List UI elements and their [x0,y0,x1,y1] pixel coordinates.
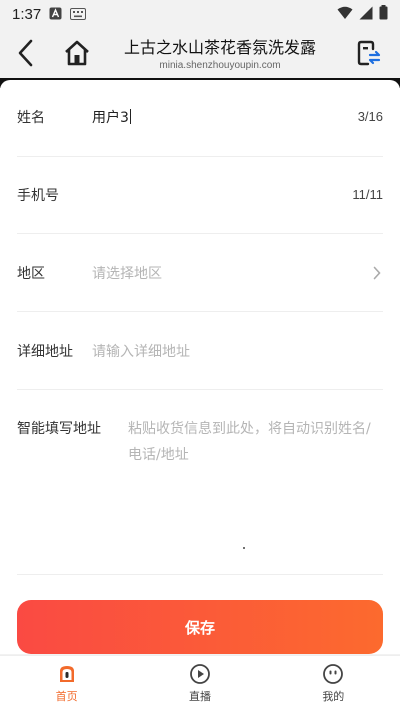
smart-fill-textarea[interactable]: 粘贴收货信息到此处，将自动识别姓名/电话/地址 [128,416,383,468]
name-row[interactable]: 姓名 用户3 3/16 [17,80,383,157]
name-label: 姓名 [17,110,45,126]
region-row[interactable]: 地区 请选择地区 [17,234,383,312]
name-counter: 3/16 [357,109,383,124]
home-button[interactable] [62,38,92,68]
save-button[interactable]: 保存 [17,600,383,654]
region-select[interactable]: 请选择地区 [92,263,162,283]
switch-button[interactable] [356,40,382,68]
nav-label-me: 我的 [322,690,345,703]
chevron-right-icon [373,265,381,284]
home-icon [59,666,74,682]
phone-row[interactable]: 手机号 11/11 [17,157,383,234]
nav-item-home[interactable]: 首页 [0,656,133,712]
title-area: 上古之水山茶花香氛洗发露 minia.shenzhouyoupin.com [100,34,340,71]
chevron-left-icon [18,39,33,67]
address-label: 详细地址 [17,344,73,360]
nav-item-live[interactable]: 直播 [133,656,266,712]
home-icon [65,40,89,66]
keyboard-icon [70,5,87,24]
browser-bar: 上古之水山茶花香氛洗发露 minia.shenzhouyoupin.com [0,28,400,78]
address-input[interactable]: 请输入详细地址 [92,341,190,361]
speck [243,547,245,549]
address-form: 姓名 用户3 3/16 手机号 11/11 地区 请选择地区 详细地址 请输入详… [0,80,400,654]
back-button[interactable] [12,38,40,68]
battery-icon [379,5,388,24]
play-icon [190,664,210,684]
text-caret [129,109,131,124]
page-url: minia.shenzhouyoupin.com [159,60,281,71]
address-row[interactable]: 详细地址 请输入详细地址 [17,312,383,390]
region-label: 地区 [17,266,45,282]
nav-label-home: 首页 [55,690,78,703]
name-input[interactable]: 用户3 [92,107,131,127]
status-time: 1:37 [12,5,42,23]
nav-label-live: 直播 [188,690,211,703]
notification-a-icon [49,5,62,24]
name-value: 用户3 [92,110,129,126]
status-bar: 1:37 [0,0,400,28]
nav-item-me[interactable]: 我的 [267,656,400,712]
switch-page-icon [357,40,381,66]
smart-fill-label: 智能填写地址 [17,421,101,437]
phone-counter: 11/11 [352,187,383,202]
wifi-icon [337,5,353,24]
profile-icon [323,664,344,684]
phone-label: 手机号 [17,188,59,204]
signal-icon [359,5,373,24]
bottom-nav: 首页 直播 我的 [0,655,400,712]
page-title: 上古之水山茶花香氛洗发露 [123,38,316,57]
smart-fill-row[interactable]: 智能填写地址 粘贴收货信息到此处，将自动识别姓名/电话/地址 [17,390,383,575]
